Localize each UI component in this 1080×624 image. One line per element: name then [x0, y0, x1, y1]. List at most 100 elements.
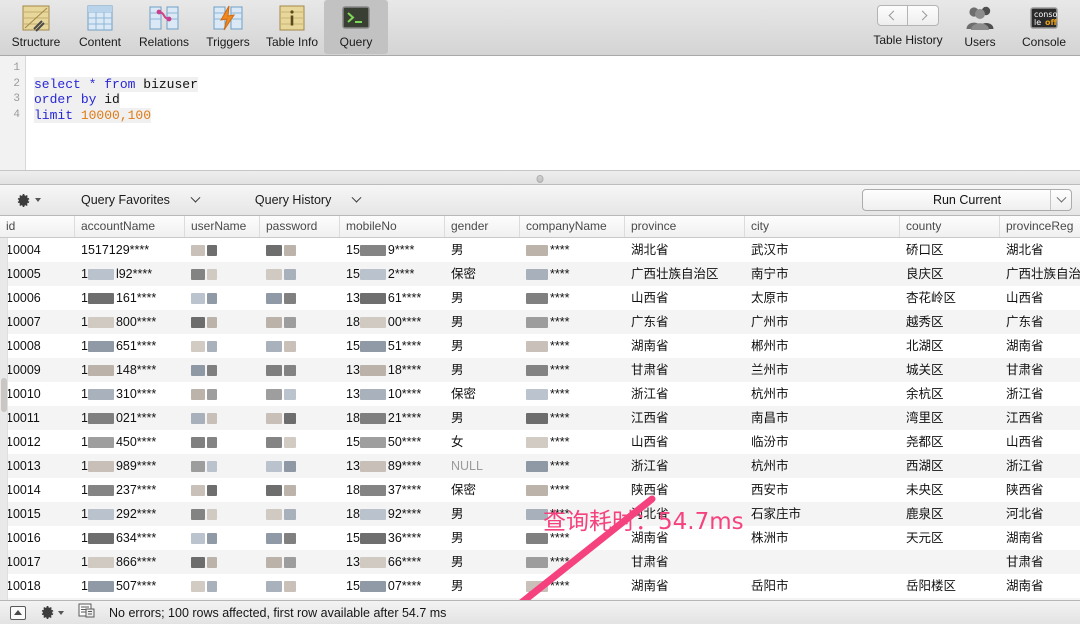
cell-mobileNo[interactable]: 1318**** [340, 358, 445, 382]
cell-companyName[interactable]: **** [520, 406, 625, 430]
cell-provinceReg[interactable]: 湖南省 [1000, 334, 1080, 358]
query-info-button[interactable] [78, 603, 95, 623]
cell-gender[interactable]: 保密 [445, 262, 520, 286]
cell-id[interactable]: 10015 [0, 502, 75, 526]
cell-city[interactable]: 临汾市 [745, 430, 900, 454]
history-back-button[interactable] [877, 5, 908, 26]
cell-gender[interactable]: 男 [445, 286, 520, 310]
cell-city[interactable]: 杭州市 [745, 382, 900, 406]
cell-id[interactable]: 10008 [0, 334, 75, 358]
cell-provinceReg[interactable]: 广东省 [1000, 310, 1080, 334]
cell-password[interactable] [260, 310, 340, 334]
cell-city[interactable]: 武汉市 [745, 238, 900, 262]
sql-editor[interactable]: 1 2 3 4 select * from bizuserorder by id… [0, 56, 1080, 170]
cell-userName[interactable] [185, 526, 260, 550]
cell-city[interactable]: 杭州市 [745, 454, 900, 478]
cell-password[interactable] [260, 382, 340, 406]
table-row[interactable]: 100101310****1310****保密****浙江省杭州市余杭区浙江省 [0, 382, 1080, 406]
cell-provinceReg[interactable]: 河北省 [1000, 502, 1080, 526]
cell-city[interactable]: 南宁市 [745, 262, 900, 286]
cell-gender[interactable]: 男 [445, 334, 520, 358]
cell-county[interactable]: 岳阳楼区 [900, 574, 1000, 598]
splitter-grab-handle[interactable] [537, 175, 544, 183]
cell-county[interactable]: 良庆区 [900, 262, 1000, 286]
cell-county[interactable]: 天元区 [900, 526, 1000, 550]
history-forward-button[interactable] [908, 5, 939, 26]
cell-province[interactable]: 湖南省 [625, 334, 745, 358]
cell-password[interactable] [260, 334, 340, 358]
cell-password[interactable] [260, 502, 340, 526]
cell-county[interactable]: 杏花岭区 [900, 286, 1000, 310]
cell-mobileNo[interactable]: 1551**** [340, 334, 445, 358]
cell-provinceReg[interactable]: 陕西省 [1000, 478, 1080, 502]
cell-userName[interactable] [185, 358, 260, 382]
column-header-gender[interactable]: gender [445, 216, 520, 237]
cell-id[interactable]: 10005 [0, 262, 75, 286]
table-row[interactable]: 100051l92****152****保密****广西壮族自治区南宁市良庆区广… [0, 262, 1080, 286]
cell-password[interactable] [260, 430, 340, 454]
cell-mobileNo[interactable]: 1389**** [340, 454, 445, 478]
cell-accountName[interactable]: 1292**** [75, 502, 185, 526]
query-favorites-popup[interactable]: Query Favorites [81, 193, 199, 207]
cell-provinceReg[interactable]: 甘肃省 [1000, 358, 1080, 382]
cell-companyName[interactable]: **** [520, 334, 625, 358]
cell-provinceReg[interactable]: 江西省 [1000, 406, 1080, 430]
cell-userName[interactable] [185, 478, 260, 502]
cell-county[interactable]: 城关区 [900, 358, 1000, 382]
cell-mobileNo[interactable]: 1821**** [340, 406, 445, 430]
cell-companyName[interactable]: **** [520, 382, 625, 406]
cell-accountName[interactable]: 1161**** [75, 286, 185, 310]
cell-mobileNo[interactable]: 1507**** [340, 574, 445, 598]
cell-password[interactable] [260, 526, 340, 550]
cell-companyName[interactable]: **** [520, 238, 625, 262]
results-vertical-scrollbar[interactable] [0, 238, 8, 600]
cell-city[interactable]: 南昌市 [745, 406, 900, 430]
cell-userName[interactable] [185, 286, 260, 310]
cell-accountName[interactable]: 1450**** [75, 430, 185, 454]
cell-provinceReg[interactable]: 广西壮族自治 [1000, 262, 1080, 286]
table-row[interactable]: 100131989****1389****NULL****浙江省杭州市西湖区浙江… [0, 454, 1080, 478]
cell-accountName[interactable]: 1989**** [75, 454, 185, 478]
cell-id[interactable]: 10009 [0, 358, 75, 382]
cell-companyName[interactable]: **** [520, 286, 625, 310]
cell-provinceReg[interactable]: 山西省 [1000, 430, 1080, 454]
cell-accountName[interactable]: 1866**** [75, 550, 185, 574]
cell-province[interactable]: 广东省 [625, 310, 745, 334]
cell-userName[interactable] [185, 430, 260, 454]
cell-provinceReg[interactable]: 甘肃省 [1000, 550, 1080, 574]
cell-companyName[interactable]: **** [520, 358, 625, 382]
cell-password[interactable] [260, 238, 340, 262]
tab-structure[interactable]: Structure [4, 0, 68, 54]
cell-city[interactable]: 西安市 [745, 478, 900, 502]
tab-table-info[interactable]: Table Info [260, 0, 324, 54]
users-button[interactable]: Users [948, 0, 1012, 54]
cell-province[interactable]: 山西省 [625, 286, 745, 310]
cell-userName[interactable] [185, 502, 260, 526]
cell-gender[interactable]: 男 [445, 406, 520, 430]
sql-code-text[interactable]: select * from bizuserorder by idlimit 10… [26, 56, 1080, 170]
cell-city[interactable]: 株洲市 [745, 526, 900, 550]
cell-id[interactable]: 10007 [0, 310, 75, 334]
cell-userName[interactable] [185, 550, 260, 574]
cell-province[interactable]: 湖北省 [625, 238, 745, 262]
cell-city[interactable]: 太原市 [745, 286, 900, 310]
cell-mobileNo[interactable]: 1550**** [340, 430, 445, 454]
cell-userName[interactable] [185, 334, 260, 358]
cell-mobileNo[interactable]: 1366**** [340, 550, 445, 574]
cell-county[interactable]: 尧都区 [900, 430, 1000, 454]
cell-gender[interactable]: 保密 [445, 382, 520, 406]
cell-county[interactable]: 湾里区 [900, 406, 1000, 430]
history-nav-arrows-icon[interactable] [877, 5, 939, 26]
cell-provinceReg[interactable]: 浙江省 [1000, 382, 1080, 406]
table-row[interactable]: 100061161****1361****男****山西省太原市杏花岭区山西省 [0, 286, 1080, 310]
column-header-password[interactable]: password [260, 216, 340, 237]
cell-id[interactable]: 10014 [0, 478, 75, 502]
cell-provinceReg[interactable]: 湖南省 [1000, 574, 1080, 598]
cell-province[interactable]: 浙江省 [625, 454, 745, 478]
column-header-county[interactable]: county [900, 216, 1000, 237]
run-current-button[interactable]: Run Current [862, 189, 1072, 211]
cell-province[interactable]: 浙江省 [625, 382, 745, 406]
cell-mobileNo[interactable]: 152**** [340, 262, 445, 286]
cell-mobileNo[interactable]: 1837**** [340, 478, 445, 502]
table-history-control[interactable]: Table History [868, 0, 948, 47]
